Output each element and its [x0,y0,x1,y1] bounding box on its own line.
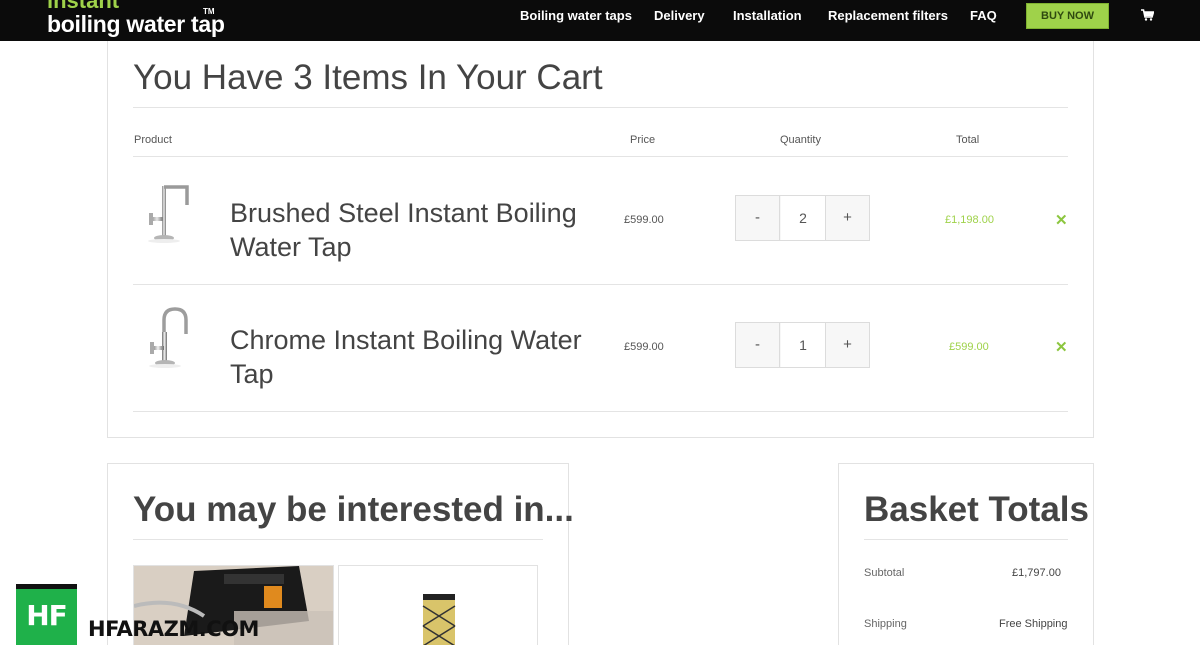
decrease-quantity-button[interactable]: - [736,323,780,367]
chrome-tap-image[interactable] [140,302,202,374]
column-header-quantity: Quantity [780,134,821,146]
shipping-value: Free Shipping [999,618,1068,630]
logo-word-instant[interactable]: instant [47,0,119,12]
item-total: £599.00 [949,341,989,353]
item-total: £1,198.00 [945,214,994,226]
product-name[interactable]: Brushed Steel Instant Boiling Water Tap [230,196,605,264]
divider [133,411,1068,412]
column-header-price: Price [630,134,656,146]
quantity-value[interactable]: 1 [781,323,825,367]
nav-installation[interactable]: Installation [733,8,802,24]
increase-quantity-button[interactable]: + [825,323,869,367]
recommendations-title: You may be interested in... [133,490,574,529]
divider [133,107,1068,108]
top-navigation-bar: instant boiling water tap TM Boiling wat… [0,0,1200,41]
item-price: £599.00 [624,341,664,353]
recommended-product-card[interactable] [338,565,538,645]
quantity-value[interactable]: 2 [781,196,825,240]
hf-watermark-badge: HF [16,584,77,645]
divider [133,539,543,540]
watermark-domain: HFARAZM.COM [88,617,259,641]
remove-item-icon[interactable]: ✕ [1055,338,1068,356]
logo-word-main[interactable]: boiling water tap [47,11,225,37]
product-name[interactable]: Chrome Instant Boiling Water Tap [230,323,605,391]
shipping-label: Shipping [864,618,907,630]
hf-badge-text: HF [26,599,68,632]
buy-now-button[interactable]: BUY NOW [1026,3,1109,29]
divider [133,284,1068,285]
divider [864,539,1068,540]
column-header-total: Total [956,134,980,146]
subtotal-value: £1,797.00 [1012,567,1061,579]
nav-faq[interactable]: FAQ [970,8,997,24]
logo-trademark: TM [203,7,215,16]
basket-totals-title: Basket Totals [864,490,1089,529]
shopping-cart-icon[interactable] [1141,9,1154,21]
increase-quantity-button[interactable]: + [825,196,869,240]
subtotal-label: Subtotal [864,567,905,579]
nav-delivery[interactable]: Delivery [654,8,705,24]
decrease-quantity-button[interactable]: - [736,196,780,240]
brushed-steel-tap-image[interactable] [137,177,199,249]
cart-title: You Have 3 Items In Your Cart [133,58,603,97]
column-header-product: Product [134,134,172,146]
replacement-filter-image [422,594,456,645]
remove-item-icon[interactable]: ✕ [1055,211,1068,229]
nav-boiling-water-taps[interactable]: Boiling water taps [520,8,632,24]
quantity-stepper: - 1 + [735,322,870,368]
item-price: £599.00 [624,214,664,226]
quantity-stepper: - 2 + [735,195,870,241]
nav-replacement-filters[interactable]: Replacement filters [828,8,948,24]
divider [133,156,1068,157]
